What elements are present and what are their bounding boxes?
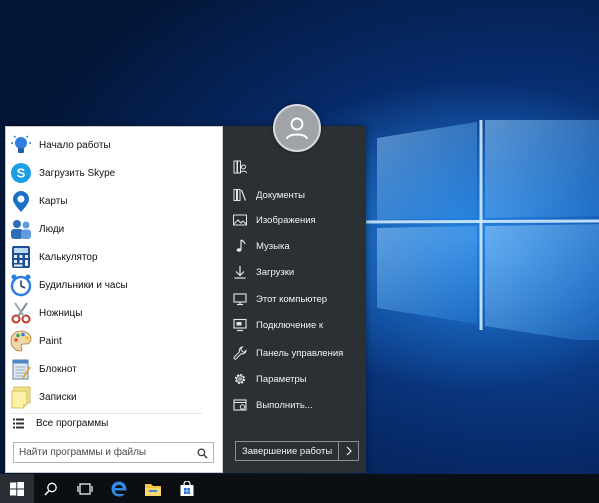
skype-icon: S <box>11 163 31 183</box>
shutdown-options-button[interactable] <box>339 441 360 461</box>
program-item-get-started[interactable]: Начало работы <box>6 131 224 159</box>
place-item-music[interactable]: Музыка <box>223 234 366 258</box>
file-explorer-button[interactable] <box>136 474 170 503</box>
program-label: Люди <box>39 223 65 235</box>
chevron-right-icon <box>346 446 352 456</box>
program-label: Paint <box>39 335 62 347</box>
program-label: Будильники и часы <box>39 279 128 291</box>
program-item-snipping-tool[interactable]: Ножницы <box>6 299 224 327</box>
start-menu: Начало работы S Загрузить Skype Карты Лю… <box>5 126 366 473</box>
program-item-people[interactable]: Люди <box>6 215 224 243</box>
program-label: Начало работы <box>39 139 111 151</box>
place-label: Изображения <box>256 214 316 226</box>
user-icon <box>286 117 308 140</box>
program-list: Начало работы S Загрузить Skype Карты Лю… <box>6 131 224 411</box>
program-label: Ножницы <box>39 307 83 319</box>
place-item-run[interactable]: Выполнить... <box>223 393 366 417</box>
program-label: Записки <box>39 391 77 403</box>
place-label: Этот компьютер <box>256 293 328 305</box>
download-icon <box>234 266 246 279</box>
start-menu-programs-pane: Начало работы S Загрузить Skype Карты Лю… <box>5 126 223 473</box>
library-icon <box>233 189 247 201</box>
search-input[interactable] <box>19 447 189 458</box>
store-button[interactable] <box>170 474 204 503</box>
file-explorer-icon <box>145 483 161 496</box>
scissors-icon <box>11 302 31 324</box>
wrench-icon <box>233 346 247 360</box>
place-item-this-pc[interactable]: Этот компьютер <box>223 287 366 311</box>
program-item-maps[interactable]: Карты <box>6 187 224 215</box>
task-view-icon <box>77 482 93 495</box>
place-item-downloads[interactable]: Загрузки <box>223 260 366 284</box>
edge-browser-button[interactable] <box>102 474 136 503</box>
program-label: Загрузить Skype <box>39 167 116 179</box>
music-note-icon <box>236 239 246 252</box>
lightbulb-icon <box>11 135 31 153</box>
place-label: Загрузки <box>256 266 295 278</box>
program-item-calculator[interactable]: Калькулятор <box>6 243 224 271</box>
place-label: Выполнить... <box>256 399 313 411</box>
program-item-notepad[interactable]: Блокнот <box>6 355 224 383</box>
svg-text:S: S <box>17 166 26 181</box>
user-folder-icon <box>233 160 247 174</box>
shutdown-group: Завершение работы <box>235 441 360 461</box>
place-label: Подключение к <box>256 319 324 331</box>
place-item-pictures[interactable]: Изображения <box>223 208 366 232</box>
program-item-paint[interactable]: Paint <box>6 327 224 355</box>
edge-browser-icon <box>111 481 127 496</box>
place-label: Панель управления <box>256 347 344 359</box>
list-icon <box>13 418 24 429</box>
computer-icon <box>233 293 247 306</box>
place-label: Документы <box>256 189 305 201</box>
program-label: Карты <box>39 195 68 207</box>
paint-palette-icon <box>10 330 32 352</box>
place-label: Музыка <box>256 240 290 252</box>
pictures-icon <box>233 214 247 226</box>
program-item-alarms-clock[interactable]: Будильники и часы <box>6 271 224 299</box>
remote-connection-icon <box>233 318 247 332</box>
search-icon <box>44 482 57 496</box>
windows-logo-wallpaper <box>365 120 599 340</box>
calculator-icon <box>12 246 30 268</box>
shutdown-button[interactable]: Завершение работы <box>235 441 340 461</box>
task-view-button[interactable] <box>68 474 102 503</box>
place-item-connect-to[interactable]: Подключение к <box>223 313 366 337</box>
run-icon <box>233 399 247 411</box>
program-label: Блокнот <box>39 363 77 375</box>
place-item-control-panel[interactable]: Панель управления <box>223 341 366 365</box>
start-menu-places-pane: Документы Изображения Музыка Загрузки Эт… <box>223 126 366 473</box>
search-icon[interactable] <box>197 448 208 459</box>
program-label: Калькулятор <box>39 251 98 263</box>
program-item-sticky-notes[interactable]: Записки <box>6 383 224 411</box>
maps-icon <box>13 191 29 212</box>
program-search-box[interactable] <box>13 442 214 463</box>
all-programs-button[interactable]: Все программы <box>10 413 202 433</box>
all-programs-label: Все программы <box>36 418 109 429</box>
user-avatar[interactable] <box>273 104 321 152</box>
start-button[interactable] <box>0 474 34 503</box>
people-icon <box>11 220 31 239</box>
place-item-documents[interactable]: Документы <box>223 183 366 207</box>
taskbar <box>0 474 599 503</box>
place-item-settings[interactable]: Параметры <box>223 367 366 391</box>
sticky-notes-icon <box>11 386 31 409</box>
windows-start-icon <box>10 481 24 496</box>
store-icon <box>180 480 194 496</box>
place-label: Параметры <box>256 373 307 385</box>
place-item-user-folder[interactable] <box>223 155 366 179</box>
notepad-icon <box>12 359 31 380</box>
taskbar-search-button[interactable] <box>34 474 68 503</box>
alarm-clock-icon <box>10 274 32 297</box>
gear-icon <box>234 373 246 385</box>
program-item-skype[interactable]: S Загрузить Skype <box>6 159 224 187</box>
